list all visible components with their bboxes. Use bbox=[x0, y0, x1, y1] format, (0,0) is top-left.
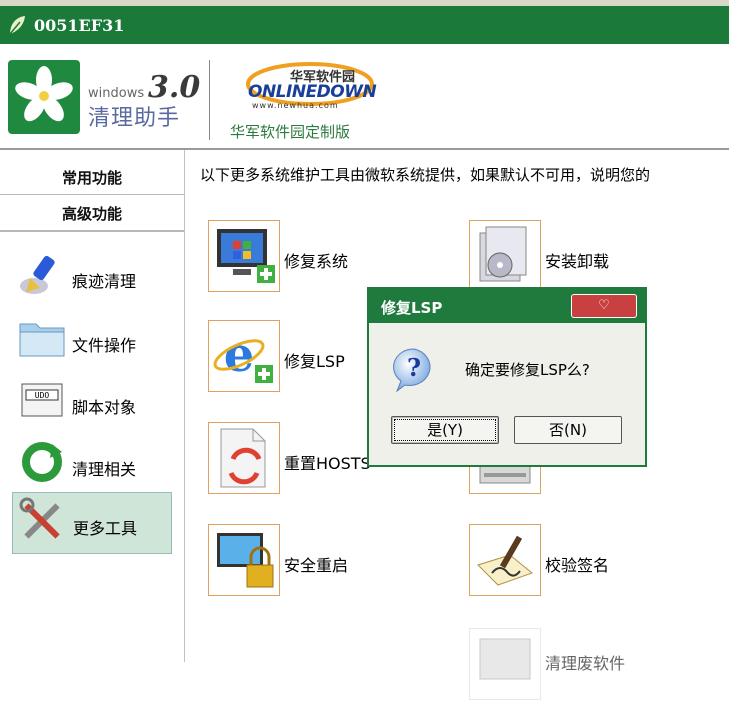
sidebar-item-script-objects[interactable]: UDO 脚本对象 bbox=[12, 372, 170, 432]
tool-repair-lsp[interactable]: e 修复LSP bbox=[208, 320, 368, 392]
repair-lsp-icon: e bbox=[213, 327, 273, 383]
partner-en-logo: ONLINEDOWN bbox=[248, 82, 377, 102]
tool-label: 修复LSP bbox=[284, 352, 345, 371]
confirm-dialog: 修复LSP ♡ ? 确定要修复LSP么? 是(Y) 否(N) bbox=[367, 287, 647, 467]
tool-verify-signature[interactable]: 校验签名 bbox=[469, 524, 629, 596]
sidebar: 常用功能 高级功能 痕迹清理 文件操作 UDO 脚本对象 清理相关 更多工具 bbox=[0, 150, 185, 662]
dialog-message: 确定要修复LSP么? bbox=[465, 361, 590, 379]
sidebar-item-label: 更多工具 bbox=[73, 519, 138, 538]
window-title: 0051EF31 bbox=[34, 15, 125, 35]
script-icon: UDO bbox=[21, 383, 63, 417]
verify-signature-icon bbox=[477, 535, 534, 586]
sidebar-item-cleanup-related[interactable]: 清理相关 bbox=[12, 434, 170, 494]
dialog-title-bar[interactable]: 修复LSP ♡ bbox=[369, 289, 645, 323]
tool-label: 安装卸载 bbox=[545, 252, 610, 271]
info-text: 以下更多系统维护工具由微软系统提供，如果默认不可用，说明您的 bbox=[200, 166, 651, 184]
tab-advanced-functions[interactable]: 高级功能 bbox=[0, 198, 184, 232]
tool-label: 清理废软件 bbox=[545, 654, 626, 673]
repair-system-icon bbox=[217, 229, 275, 283]
sidebar-item-label: 脚本对象 bbox=[72, 398, 137, 417]
sidebar-item-label: 痕迹清理 bbox=[72, 272, 137, 291]
sidebar-item-label: 清理相关 bbox=[72, 460, 137, 479]
tool-label: 重置HOSTS bbox=[284, 454, 371, 473]
dialog-title: 修复LSP bbox=[381, 299, 443, 317]
heart-close-icon: ♡ bbox=[598, 298, 610, 313]
cleanup-icon bbox=[479, 638, 531, 680]
tool-reset-hosts[interactable]: 重置HOSTS bbox=[208, 422, 388, 494]
product-name: 清理助手 bbox=[88, 106, 181, 131]
sidebar-item-file-ops[interactable]: 文件操作 bbox=[12, 310, 170, 370]
tool-cleanup[interactable]: 清理废软件 bbox=[469, 628, 659, 700]
windows-label: windows bbox=[88, 86, 145, 101]
partner-url: www.newhua.com bbox=[252, 101, 339, 110]
no-button[interactable]: 否(N) bbox=[514, 416, 622, 444]
leaf-icon bbox=[9, 16, 25, 35]
tool-safe-restart[interactable]: 安全重启 bbox=[208, 524, 368, 596]
close-button[interactable]: ♡ bbox=[571, 294, 637, 318]
yes-button[interactable]: 是(Y) bbox=[391, 416, 499, 444]
tool-label: 校验签名 bbox=[545, 556, 610, 575]
refresh-icon bbox=[22, 442, 62, 482]
app-logo bbox=[8, 60, 80, 134]
tool-install-uninstall[interactable]: 安装卸载 bbox=[469, 220, 629, 292]
sidebar-item-more-tools[interactable]: 更多工具 bbox=[12, 492, 172, 554]
question-icon: ? bbox=[393, 348, 431, 393]
sidebar-item-trace-cleanup[interactable]: 痕迹清理 bbox=[12, 246, 170, 306]
folder-icon bbox=[19, 323, 65, 357]
svg-text:?: ? bbox=[407, 353, 421, 382]
tool-repair-system[interactable]: 修复系统 bbox=[208, 220, 368, 292]
safe-restart-icon bbox=[217, 533, 274, 588]
sidebar-item-label: 文件操作 bbox=[72, 336, 137, 355]
custom-edition-label: 华军软件园定制版 bbox=[230, 123, 351, 141]
title-bar[interactable]: 0051EF31 bbox=[0, 6, 729, 44]
app-header: windows 3.0 清理助手 华军软件园 ONLINEDOWN www.ne… bbox=[0, 44, 729, 148]
tool-label: 修复系统 bbox=[284, 252, 349, 271]
broom-icon bbox=[20, 255, 55, 294]
tab-common-functions[interactable]: 常用功能 bbox=[0, 162, 184, 195]
tool-label: 安全重启 bbox=[284, 556, 349, 575]
tools-icon bbox=[19, 497, 60, 539]
svg-text:e: e bbox=[224, 327, 255, 383]
header-divider bbox=[209, 60, 210, 140]
reset-hosts-icon bbox=[220, 428, 266, 488]
install-uninstall-icon bbox=[479, 226, 527, 282]
svg-text:UDO: UDO bbox=[35, 391, 50, 400]
